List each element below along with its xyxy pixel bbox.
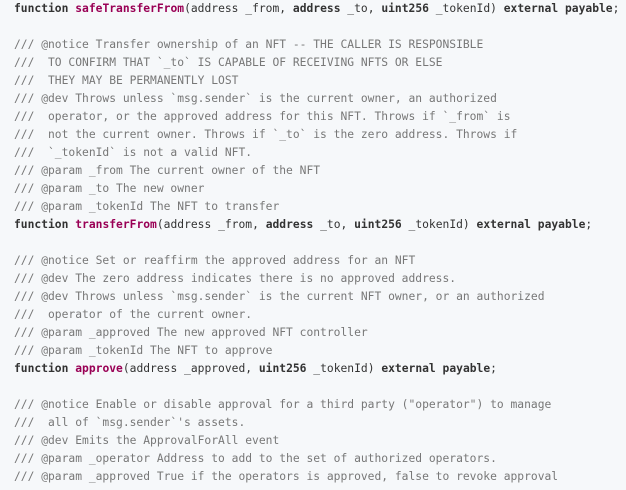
doc-comment-line: /// @param _from The current owner of th… — [14, 164, 321, 177]
doc-comment-line: /// operator, or the approved address fo… — [14, 110, 511, 123]
type-keyword: uint256 — [258, 362, 307, 375]
type-keyword: uint256 — [381, 2, 429, 15]
function-keyword: function — [14, 218, 69, 231]
modifier-external: external — [503, 2, 559, 15]
semicolon: ; — [585, 218, 593, 231]
param-text: (address _from, — [156, 218, 266, 231]
param-text: _to, — [340, 2, 382, 15]
doc-comment-line: /// @param _to The new owner — [14, 182, 205, 195]
doc-comment-line: /// @param _operator Address to add to t… — [14, 452, 497, 465]
doc-comment-line: /// @notice Set or reaffirm the approved… — [14, 254, 416, 267]
function-keyword: function — [14, 2, 69, 15]
function-keyword: function — [14, 362, 69, 375]
doc-comment-line: /// @dev Throws unless `msg.sender` is t… — [14, 290, 545, 303]
type-keyword: address — [265, 218, 314, 231]
param-text: (address _approved, — [122, 362, 259, 375]
function-name: safeTransferFrom — [75, 2, 185, 15]
function-signature-approve: function approve(address _approved, uint… — [14, 360, 626, 378]
function-name: approve — [75, 362, 123, 375]
semicolon: ; — [612, 2, 620, 15]
function-name: transferFrom — [75, 218, 157, 231]
modifier-payable: payable — [537, 218, 586, 231]
doc-comment-line: /// @notice Enable or disable approval f… — [14, 398, 552, 411]
modifier-payable: payable — [564, 2, 613, 15]
modifier-external: external — [381, 362, 436, 375]
doc-comment-line: /// all of `msg.sender`'s assets. — [14, 416, 246, 429]
doc-comment-line: /// @dev Throws unless `msg.sender` is t… — [14, 92, 497, 105]
param-text: _tokenId) — [428, 2, 504, 15]
param-text: (address _from, — [184, 2, 293, 15]
type-keyword: address — [292, 2, 341, 15]
param-text: _to, — [313, 218, 355, 231]
doc-comment-line: /// not the current owner. Throws if `_t… — [14, 128, 518, 141]
param-text: _tokenId) — [401, 218, 477, 231]
type-keyword: uint256 — [354, 218, 402, 231]
param-text: _tokenId) — [306, 362, 382, 375]
doc-comment-line: /// @param _tokenId The NFT to approve — [14, 344, 273, 357]
doc-comment-line: /// operator of the current owner. — [14, 308, 253, 321]
doc-comment-line: /// @param _tokenId The NFT to transfer — [14, 200, 280, 213]
doc-comment-line: /// `_tokenId` is not a valid NFT. — [14, 146, 253, 159]
doc-comment-line: /// @dev Emits the ApprovalForAll event — [14, 434, 280, 447]
doc-comment-line: /// THEY MAY BE PERMANENTLY LOST — [14, 74, 239, 87]
doc-comment-line: /// @dev The zero address indicates ther… — [14, 272, 457, 285]
doc-comment-line: /// TO CONFIRM THAT `_to` IS CAPABLE OF … — [14, 56, 443, 69]
function-signature-transferFrom: function transferFrom(address _from, add… — [14, 216, 626, 234]
doc-comment-line: /// @notice Transfer ownership of an NFT… — [14, 38, 484, 51]
doc-comment-line: /// @param _approved The new approved NF… — [14, 326, 368, 339]
modifier-payable: payable — [442, 362, 491, 375]
code-snippet: function safeTransferFrom(address _from,… — [0, 0, 626, 490]
doc-comment-line: /// @param _approved True if the operato… — [14, 470, 559, 483]
function-signature-safeTransferFrom: function safeTransferFrom(address _from,… — [14, 0, 626, 18]
modifier-external: external — [476, 218, 531, 231]
semicolon: ; — [490, 362, 497, 375]
